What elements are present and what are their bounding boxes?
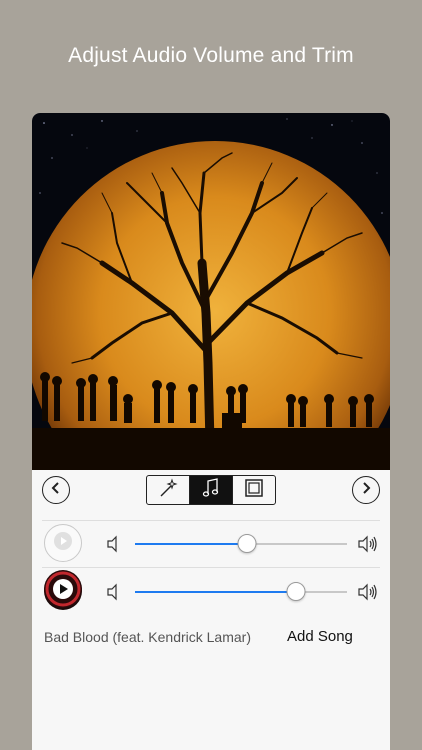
song-play-button[interactable] bbox=[44, 569, 82, 613]
song-title: Bad Blood (feat. Kendrick Lamar) bbox=[44, 629, 251, 645]
next-button[interactable] bbox=[352, 476, 380, 504]
slider-knob[interactable] bbox=[237, 534, 257, 553]
slider-knob[interactable] bbox=[286, 582, 306, 601]
magic-wand-icon bbox=[157, 477, 179, 504]
add-song-button[interactable]: Add Song bbox=[287, 628, 353, 645]
chevron-right-icon bbox=[360, 481, 372, 500]
segment-effects[interactable] bbox=[147, 476, 190, 504]
video-volume-slider[interactable] bbox=[135, 534, 347, 554]
previous-button[interactable] bbox=[42, 476, 70, 504]
album-art-play-icon bbox=[44, 569, 82, 613]
volume-high-icon bbox=[357, 534, 379, 559]
headline: Adjust Audio Volume and Trim bbox=[68, 44, 354, 67]
mode-segmented-control bbox=[146, 475, 276, 505]
slider-fill bbox=[135, 591, 297, 593]
photo-preview bbox=[32, 113, 390, 470]
frame-icon bbox=[244, 478, 264, 503]
volume-low-icon bbox=[106, 535, 122, 558]
volume-high-icon bbox=[357, 582, 379, 607]
video-audio-play-button[interactable] bbox=[44, 524, 82, 562]
divider bbox=[42, 567, 380, 568]
music-note-icon bbox=[201, 477, 221, 504]
editor-toolbar bbox=[32, 470, 390, 520]
slider-fill bbox=[135, 543, 248, 545]
volume-low-icon bbox=[106, 583, 122, 606]
song-audio-row bbox=[32, 569, 390, 615]
play-icon bbox=[53, 531, 73, 556]
app-screen: Bad Blood (feat. Kendrick Lamar) Add Son… bbox=[32, 113, 390, 750]
segment-music[interactable] bbox=[190, 476, 233, 504]
song-volume-slider[interactable] bbox=[135, 582, 347, 602]
chevron-left-icon bbox=[50, 481, 62, 500]
segment-frame[interactable] bbox=[233, 476, 275, 504]
video-audio-row bbox=[32, 521, 390, 567]
